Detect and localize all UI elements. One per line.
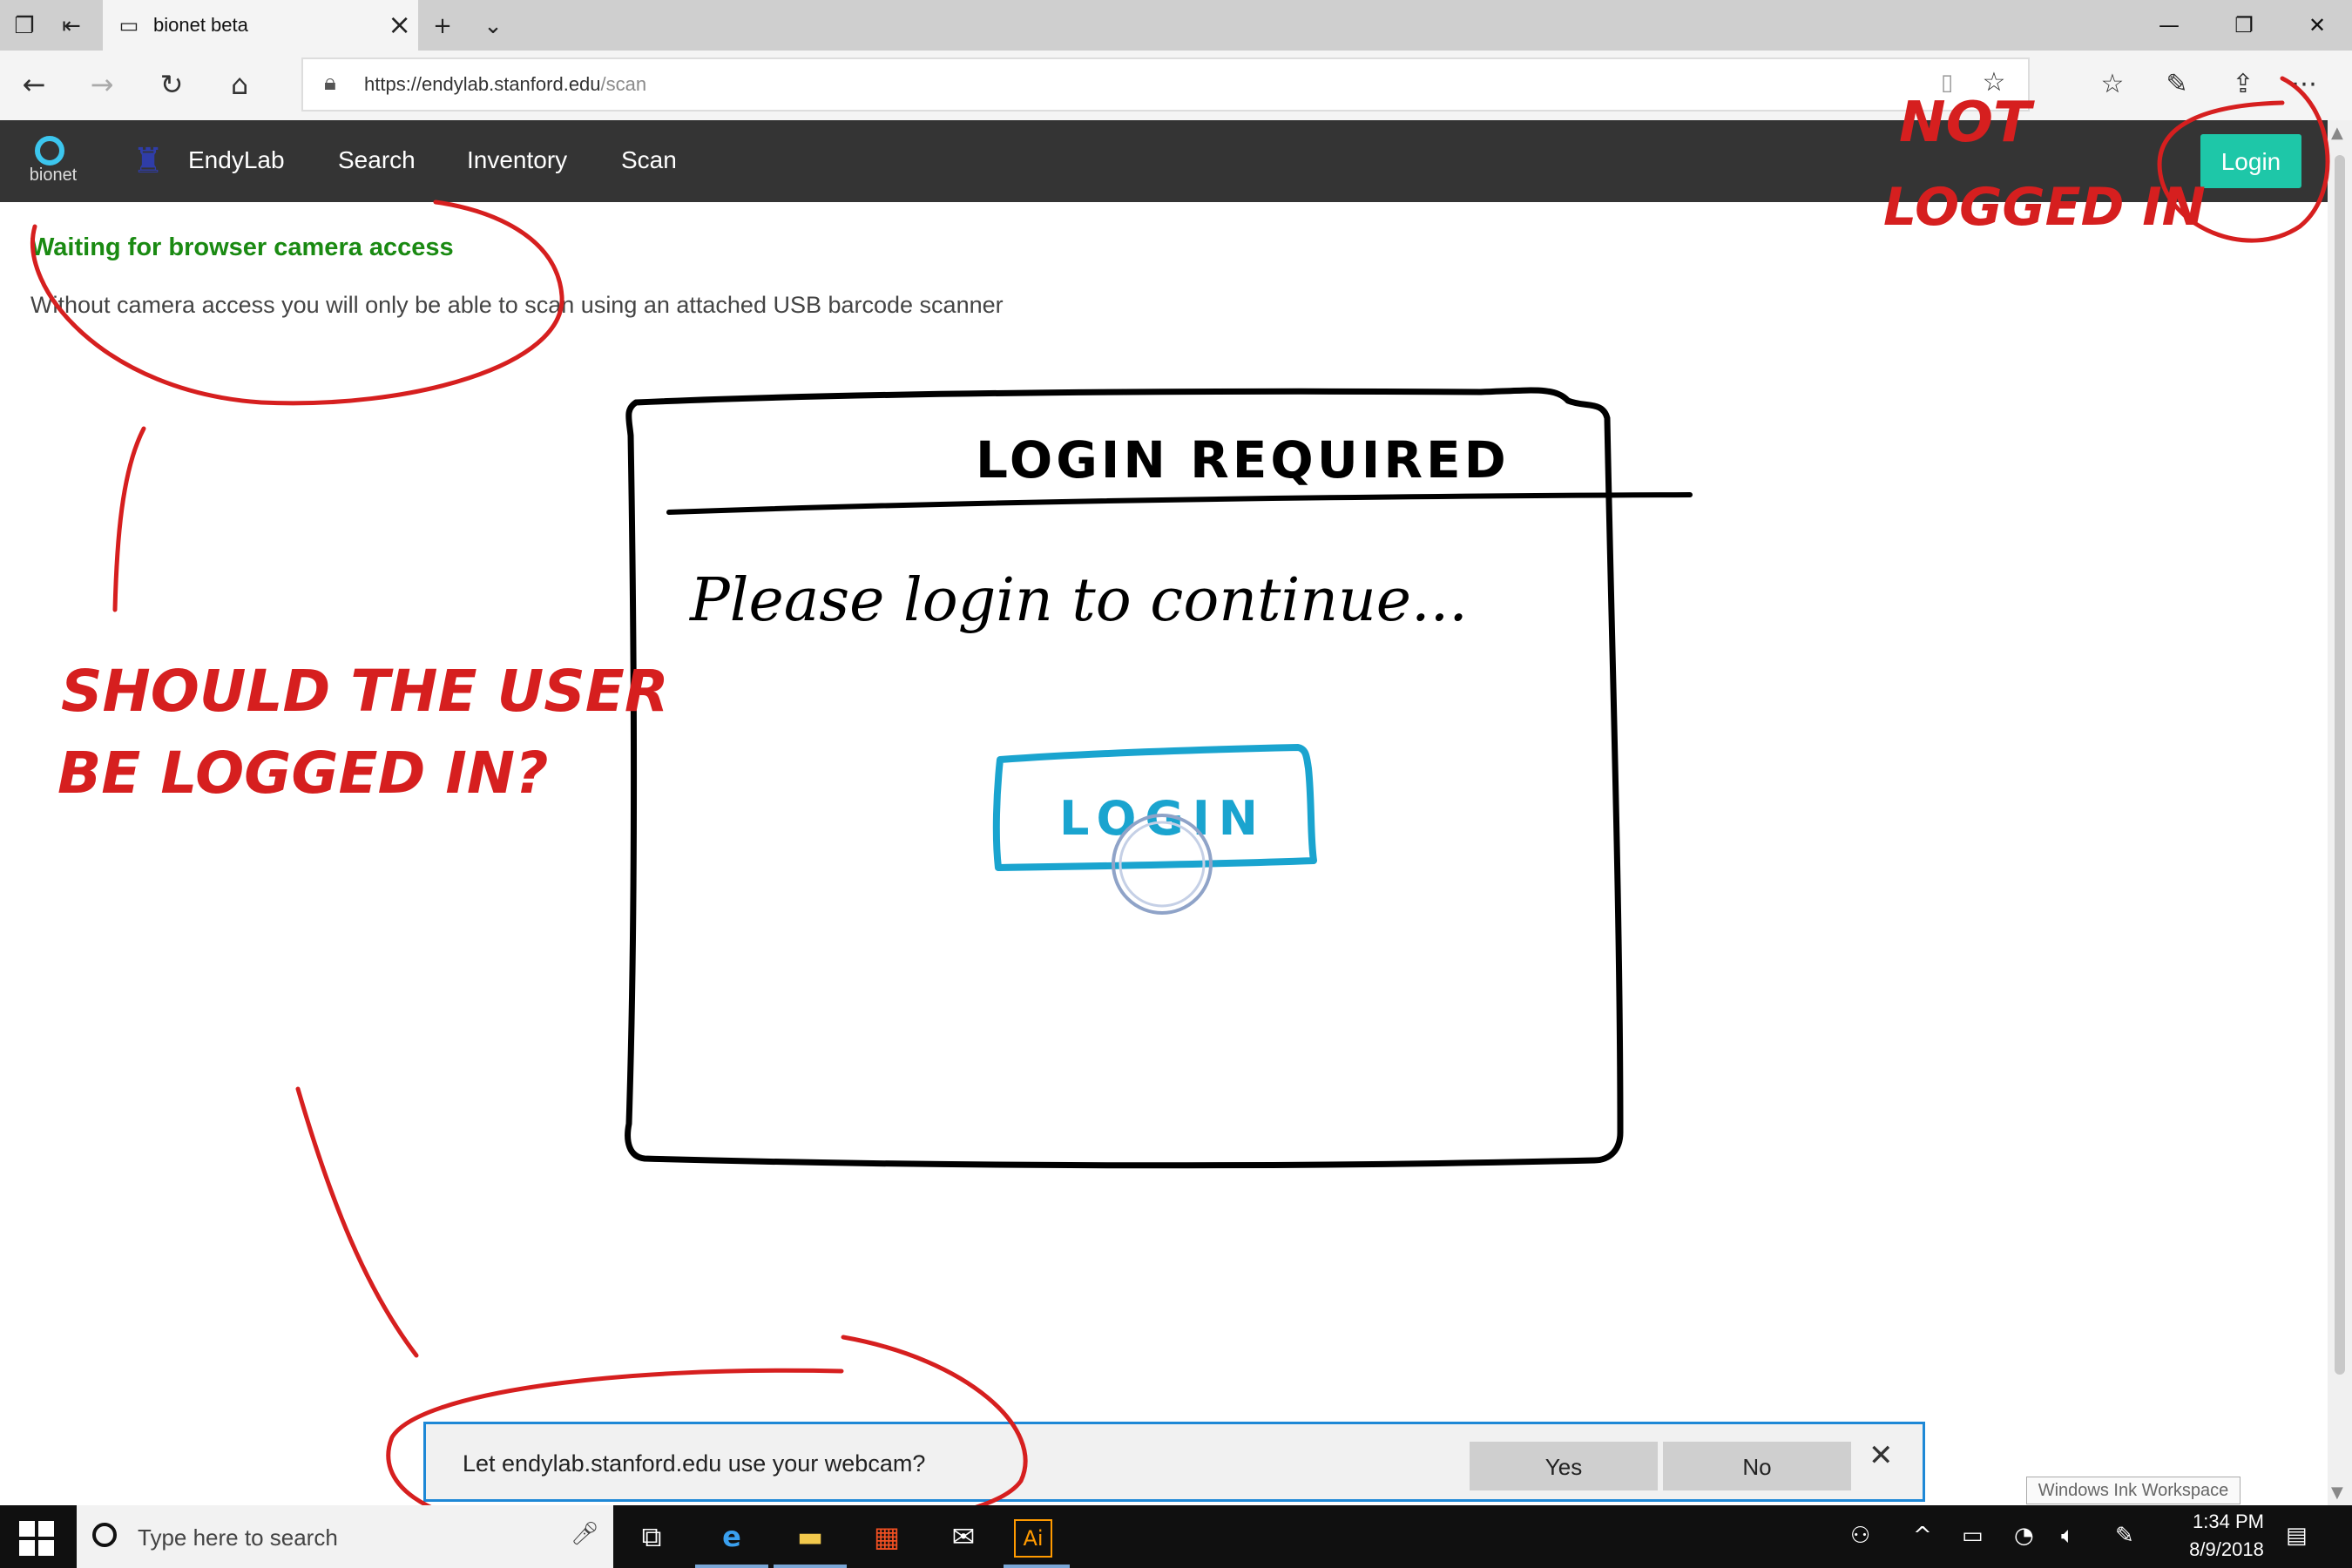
start-windows-icon[interactable] (19, 1521, 54, 1556)
adobe-illustrator-icon[interactable]: Ai (1014, 1519, 1052, 1558)
close-window-icon[interactable]: ✕ (2291, 7, 2343, 44)
nav-brand-endylab[interactable]: EndyLab (188, 146, 285, 174)
favorite-star-icon[interactable]: ☆ (1972, 63, 2016, 103)
volume-muted-icon[interactable]: 🔈︎ (2061, 1523, 2075, 1550)
tab-bar: ❐ ⇤ ▭ bionet beta × + ⌄ — ❐ ✕ (0, 0, 2352, 51)
page-icon: ▭ (118, 13, 139, 37)
webcam-yes-button[interactable]: Yes (1470, 1442, 1658, 1490)
clock-date[interactable]: 8/9/2018 (2174, 1538, 2279, 1561)
share-icon[interactable]: ⇪ (2221, 64, 2265, 105)
login-button[interactable]: Login (2200, 134, 2301, 188)
microphone-icon[interactable]: 🎤︎ (571, 1521, 599, 1547)
url-path: /scan (600, 73, 647, 95)
cortana-icon[interactable] (92, 1523, 117, 1547)
reading-view-icon[interactable]: ▯ (1925, 63, 1969, 103)
minimize-icon[interactable]: — (2143, 7, 2195, 44)
windows-ink-workspace-tooltip: Windows Ink Workspace (2026, 1477, 2240, 1504)
sketch-title-divider (666, 492, 1693, 515)
bionet-logo-icon (35, 136, 64, 166)
url-text: https://endylab.stanford.edu/scan (364, 73, 646, 96)
endylab-logo-icon: ♜ (132, 142, 164, 180)
windows-ink-icon[interactable]: ✎ (2115, 1523, 2134, 1549)
action-center-icon[interactable]: ▤ (2286, 1523, 2308, 1549)
edge-browser-icon[interactable]: e (707, 1516, 756, 1558)
home-icon[interactable]: ⌂ (218, 64, 261, 105)
new-tab-icon[interactable]: + (425, 9, 460, 44)
wifi-icon[interactable]: ◔ (2014, 1523, 2034, 1549)
sketch-login-label: LOGIN (1059, 791, 1267, 846)
microsoft-store-icon[interactable]: ▦ (862, 1516, 911, 1558)
refresh-icon[interactable]: ↻ (150, 64, 193, 105)
scroll-thumb[interactable] (2335, 155, 2345, 1375)
annotation-question-line2: BE LOGGED IN? (57, 740, 548, 807)
mail-icon[interactable]: ✉ (939, 1516, 988, 1558)
tab-title: bionet beta (153, 14, 248, 36)
camera-status-text: Without camera access you will only be a… (30, 292, 1004, 318)
show-hidden-icons-chevron-icon[interactable]: ^ (1913, 1523, 1932, 1549)
page-scrollbar[interactable]: ▲ ▼ (2328, 120, 2352, 1505)
webcam-prompt-close-icon[interactable]: ✕ (1869, 1438, 1894, 1473)
forward-icon[interactable]: → (80, 64, 124, 105)
annotation-question-line1: SHOULD THE USER (61, 658, 669, 725)
nav-link-inventory[interactable]: Inventory (467, 146, 567, 174)
people-icon[interactable]: ⚇ (1850, 1523, 1870, 1549)
tab-close-icon[interactable]: × (388, 8, 411, 41)
camera-status-heading: Waiting for browser camera access (30, 233, 454, 261)
tab-preview-icon[interactable]: ❐ (7, 9, 42, 44)
windows-taskbar: Type here to search 🎤︎ ⧉ e ▬ ▦ ✉ Ai ⚇ ^ … (0, 1505, 2352, 1568)
sketch-message: Please login to continue... (688, 566, 1468, 635)
webcam-permission-prompt: Let endylab.stanford.edu use your webcam… (423, 1422, 1925, 1502)
nav-link-scan[interactable]: Scan (621, 146, 677, 174)
back-icon[interactable]: ← (12, 64, 56, 105)
restore-icon[interactable]: ❐ (2218, 7, 2270, 44)
file-explorer-icon[interactable]: ▬ (786, 1516, 835, 1558)
clock-time[interactable]: 1:34 PM (2185, 1511, 2272, 1533)
site-navbar: bionet ♜ EndyLab Search Inventory Scan L… (0, 120, 2352, 202)
webcam-no-button[interactable]: No (1663, 1442, 1851, 1490)
url-input[interactable]: 🔒︎ https://endylab.stanford.edu/scan ▯ ☆ (301, 57, 2030, 112)
sketch-title: LOGIN REQUIRED (976, 430, 1510, 490)
bionet-logo[interactable]: bionet (23, 136, 84, 197)
lock-icon: 🔒︎ (324, 70, 336, 96)
battery-icon[interactable]: ▭ (1962, 1523, 1984, 1549)
more-options-icon[interactable]: ⋯ (2282, 64, 2326, 105)
annotation-arrow-up (112, 426, 146, 612)
nav-link-search[interactable]: Search (338, 146, 416, 174)
address-toolbar: ← → ↻ ⌂ 🔒︎ https://endylab.stanford.edu/… (0, 51, 2352, 121)
scroll-up-icon[interactable]: ▲ (2331, 124, 2343, 142)
favorites-hub-icon[interactable]: ☆ (2091, 64, 2134, 105)
bionet-logo-text: bionet (29, 166, 78, 185)
webcam-prompt-message: Let endylab.stanford.edu use your webcam… (463, 1450, 926, 1477)
tab-bionet[interactable]: ▭ bionet beta × (103, 0, 418, 51)
annotation-arrow-down (295, 1086, 419, 1358)
set-aside-tabs-icon[interactable]: ⇤ (54, 9, 89, 44)
tab-list-chevron-icon[interactable]: ⌄ (476, 9, 510, 44)
web-note-icon[interactable]: ✎ (2155, 64, 2199, 105)
url-host: https://endylab.stanford.edu (364, 73, 601, 95)
scroll-down-icon[interactable]: ▼ (2331, 1484, 2343, 1502)
taskbar-search-box[interactable]: Type here to search 🎤︎ (77, 1505, 613, 1568)
taskbar-search-placeholder: Type here to search (138, 1524, 338, 1551)
login-required-sketch: LOGIN REQUIRED Please login to continue.… (625, 387, 1693, 1169)
task-view-icon[interactable]: ⧉ (627, 1516, 676, 1558)
